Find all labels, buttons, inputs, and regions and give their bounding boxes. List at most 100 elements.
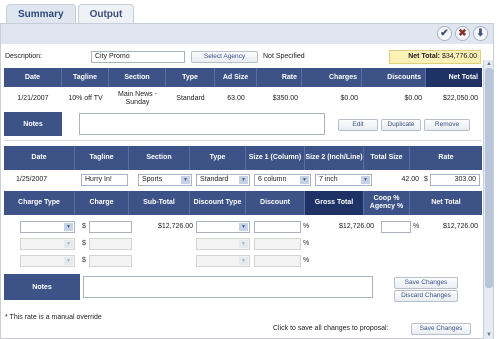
duplicate-button[interactable]: Duplicate <box>381 119 421 131</box>
edit-col-size2: Size 2 (Inch/Line) <box>305 146 364 170</box>
chevron-down-icon: ▼ <box>239 240 248 248</box>
discard-changes-button[interactable]: Discard Changes <box>394 290 458 302</box>
net-total-value: $34,776.00 <box>441 53 477 60</box>
summary-rate: $350.00 <box>272 95 298 102</box>
rate-field[interactable]: 303.00 <box>430 174 480 186</box>
chevron-down-icon: ▼ <box>181 176 190 184</box>
discount-type-select-2[interactable]: ▼ <box>196 238 250 250</box>
scroll-thumb[interactable] <box>485 68 493 288</box>
size1-select-value: 6 column <box>258 176 287 183</box>
description-field[interactable]: City Promo <box>91 51 185 63</box>
rate-currency: $ <box>424 176 428 183</box>
discount-field-3[interactable] <box>254 255 301 267</box>
edit-col-section: Section <box>129 146 190 170</box>
summary-ad-size: 63.00 <box>227 95 245 102</box>
discount-type-select[interactable]: ▼ <box>196 221 250 233</box>
agency-value: Not Specified <box>263 53 305 60</box>
charge-gross-total: $12,726.00 <box>338 223 374 230</box>
summary-col-date: Date <box>4 68 62 87</box>
check-icon[interactable]: ✔ <box>437 26 452 41</box>
type-select[interactable]: Standard ▼ <box>196 174 250 186</box>
toolbar-strip <box>1 24 493 44</box>
charge-col-net-total: Net Total <box>431 199 461 206</box>
edit-col-date: Date <box>4 146 75 170</box>
summary-notes-label: Notes <box>4 112 62 136</box>
edit-notes-field[interactable] <box>83 276 373 298</box>
charge-col-discount: Discount <box>246 191 305 215</box>
charge-currency: $ <box>82 223 86 230</box>
charge-currency-3: $ <box>82 257 86 264</box>
download-icon[interactable]: ⬇ <box>473 26 488 41</box>
scrollbar[interactable]: ▲ ▼ <box>483 60 493 339</box>
discount-field[interactable] <box>254 221 301 233</box>
summary-section: Main News - Sunday <box>118 91 157 106</box>
edit-date: 1/25/2007 <box>16 176 48 183</box>
edit-button[interactable]: Edit <box>338 119 378 131</box>
summary-col-type: Type <box>166 68 215 87</box>
tab-summary[interactable]: Summary <box>6 4 76 24</box>
summary-notes-field[interactable] <box>79 113 325 135</box>
scroll-down-icon[interactable]: ▼ <box>484 331 494 339</box>
edit-header-row: Date Tagline Section Type Size 1 (Column… <box>4 146 482 170</box>
summary-col-discounts: Discounts <box>362 68 426 87</box>
charge-col-type: Charge Type <box>4 191 75 215</box>
charge-type-select-2[interactable]: ▼ <box>20 238 75 250</box>
save-changes-button[interactable]: Save Changes <box>394 277 458 289</box>
summary-col-ad-size: Ad Size <box>215 68 257 87</box>
remove-button[interactable]: Remove <box>424 119 470 131</box>
charge-col-charge: Charge <box>75 191 129 215</box>
size2-select[interactable]: 7 inch ▼ <box>315 174 372 186</box>
chevron-down-icon: ▼ <box>239 176 248 184</box>
coop-field[interactable] <box>381 221 411 233</box>
edit-col-type: Type <box>190 146 246 170</box>
manual-override-note: * This rate is a manual override <box>5 314 102 321</box>
section-select[interactable]: Sports ▼ <box>138 174 192 186</box>
charge-currency-2: $ <box>82 240 86 247</box>
charge-type-select-3[interactable]: ▼ <box>20 255 75 267</box>
edit-col-tagline: Tagline <box>75 146 129 170</box>
charge-sub-total: $12,726.00 <box>157 223 193 230</box>
summary-col-charges: Charges <box>302 68 362 87</box>
edit-col-total-size: Total Size <box>364 146 410 170</box>
save-prompt: Click to save all changes to proposal: <box>273 325 389 332</box>
charge-col-coop: Coop % Agency % <box>364 191 410 215</box>
summary-header-row: Date Tagline Section Type Ad Size Rate C… <box>4 68 482 87</box>
discount-percent-3: % <box>303 257 310 264</box>
chevron-down-icon: ▼ <box>239 223 248 231</box>
description-label: Description: <box>5 53 42 60</box>
edit-total-size: 42.00 <box>401 176 419 183</box>
chevron-down-icon: ▼ <box>64 223 73 231</box>
chevron-down-icon: ▼ <box>64 257 73 265</box>
discount-type-select-3[interactable]: ▼ <box>196 255 250 267</box>
discount-percent: % <box>303 223 310 230</box>
save-to-proposal-button[interactable]: Save Changes <box>411 323 471 335</box>
tab-output[interactable]: Output <box>77 4 135 24</box>
type-select-value: Standard <box>200 176 229 183</box>
summary-net-total: $22,050.00 <box>442 95 478 102</box>
summary-discounts: $0.00 <box>404 95 422 102</box>
charge-field-2[interactable] <box>89 238 132 250</box>
coop-percent: % <box>413 223 420 230</box>
charge-type-select[interactable]: ▼ <box>20 221 75 233</box>
summary-tagline: 10% off TV <box>68 95 103 102</box>
size1-select[interactable]: 6 column ▼ <box>254 174 311 186</box>
charge-field[interactable] <box>89 221 132 233</box>
summary-charges: $0.00 <box>340 95 358 102</box>
summary-col-net-total: Net Total <box>426 68 482 87</box>
net-total-label: Net Total: <box>408 53 440 60</box>
charge-field-3[interactable] <box>89 255 132 267</box>
chevron-down-icon: ▼ <box>239 257 248 265</box>
edit-notes-label: Notes <box>4 274 80 300</box>
chevron-down-icon: ▼ <box>300 176 309 184</box>
summary-data-row[interactable]: 1/21/2007 10% off TV Main News - Sunday … <box>4 89 482 109</box>
summary-date: 1/21/2007 <box>17 95 49 102</box>
discount-field-2[interactable] <box>254 238 301 250</box>
scroll-up-icon[interactable]: ▲ <box>484 60 494 68</box>
summary-col-rate: Rate <box>257 68 302 87</box>
select-agency-button[interactable]: Select Agency <box>191 51 258 63</box>
tagline-field[interactable]: Hurry In! <box>81 174 128 186</box>
close-icon[interactable]: ✖ <box>455 26 470 41</box>
summary-col-section: Section <box>109 68 166 87</box>
tab-bar: Summary Output <box>6 4 135 24</box>
charge-col-discount-type: Discount Type <box>190 191 246 215</box>
